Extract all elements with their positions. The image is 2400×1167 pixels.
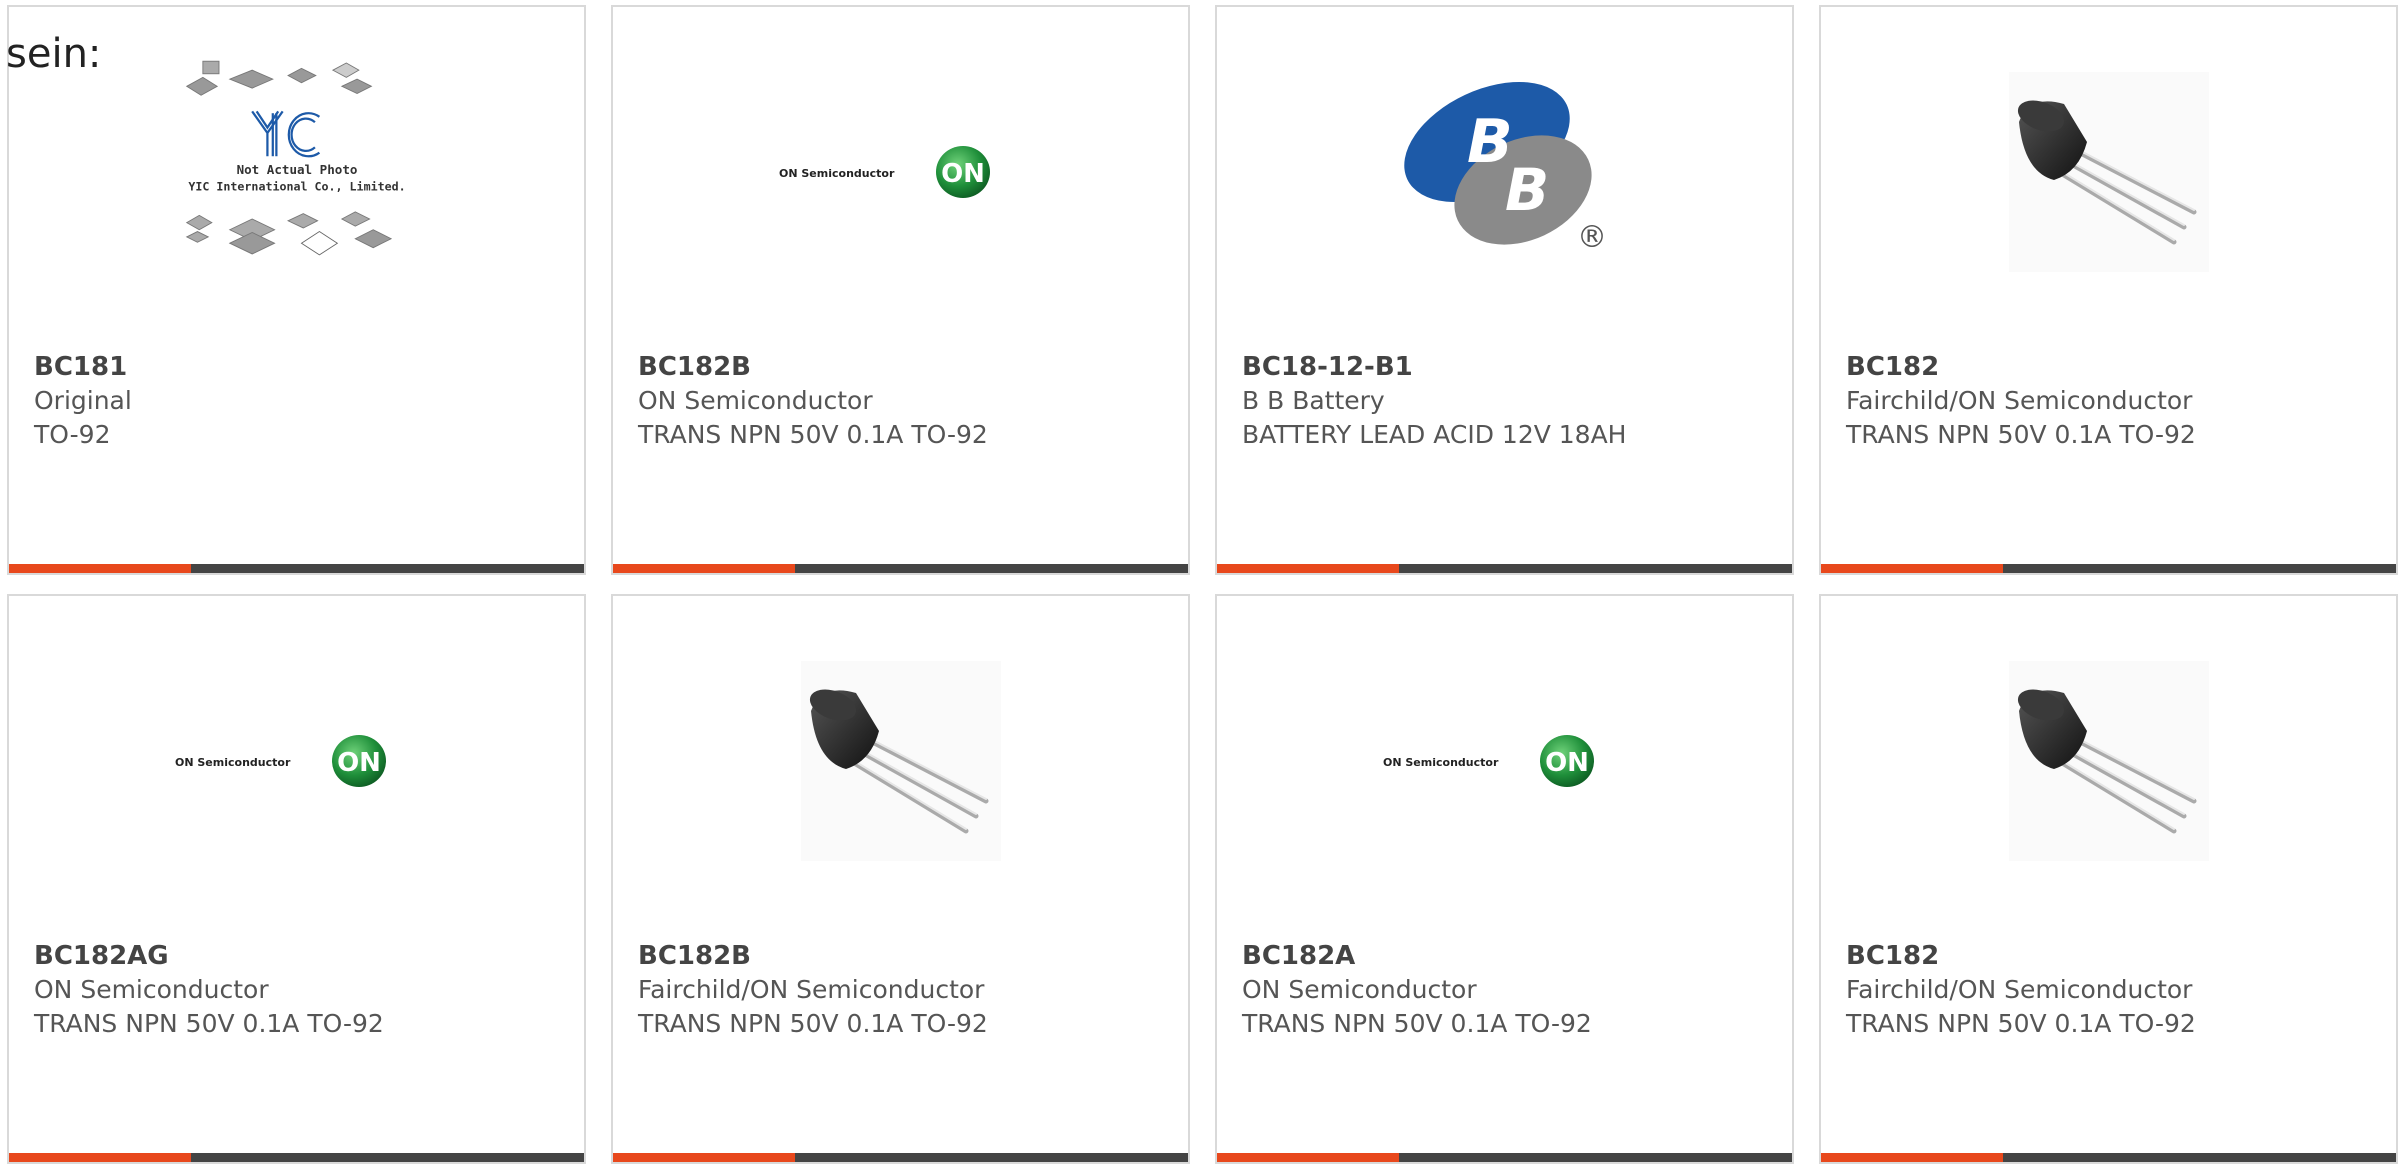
product-grid: sein: Not Actual Photo YIC International… <box>0 0 2400 1167</box>
card-accent-bar <box>9 564 191 573</box>
card-accent-bar <box>1217 1153 1399 1162</box>
card-bottom-bar <box>613 564 1188 573</box>
description: TRANS NPN 50V 0.1A TO-92 <box>1846 1009 2196 1038</box>
manufacturer: Fairchild/ON Semiconductor <box>1846 386 2193 415</box>
part-number[interactable]: BC181 <box>34 350 574 384</box>
part-number[interactable]: BC182 <box>1846 350 2386 384</box>
product-card[interactable]: ON Semiconductor ON BC182A ON Semiconduc… <box>1215 594 1794 1164</box>
card-accent-bar <box>613 1153 795 1162</box>
on-badge-text: ON <box>1545 748 1589 778</box>
manufacturer: ON Semiconductor <box>1242 975 1477 1004</box>
description: TRANS NPN 50V 0.1A TO-92 <box>638 420 988 449</box>
product-info: BC182B ON Semiconductor TRANS NPN 50V 0.… <box>638 350 1178 452</box>
on-wordmark: ON Semiconductor <box>1383 756 1499 769</box>
product-image-placeholder[interactable]: Not Actual Photo YIC International Co., … <box>167 42 427 292</box>
part-number[interactable]: BC182B <box>638 939 1178 973</box>
product-info: BC182 Fairchild/ON Semiconductor TRANS N… <box>1846 939 2386 1041</box>
product-card[interactable]: BC182B Fairchild/ON Semiconductor TRANS … <box>611 594 1190 1164</box>
on-semiconductor-logo[interactable]: ON Semiconductor ON <box>167 636 427 886</box>
to92-transistor-image[interactable] <box>771 636 1031 886</box>
product-card[interactable]: ON Semiconductor ON BC182AG ON Semicondu… <box>7 594 586 1164</box>
placeholder-caption-line1: Not Actual Photo <box>236 162 357 177</box>
product-card[interactable]: Not Actual Photo YIC International Co., … <box>7 5 586 575</box>
manufacturer: ON Semiconductor <box>34 975 269 1004</box>
product-info: BC182 Fairchild/ON Semiconductor TRANS N… <box>1846 350 2386 452</box>
to92-transistor-image[interactable] <box>1979 636 2239 886</box>
registered-mark: ® <box>1577 220 1607 255</box>
part-number[interactable]: BC18-12-B1 <box>1242 350 1782 384</box>
card-bottom-bar <box>1821 1153 2396 1162</box>
card-bottom-bar <box>1821 564 2396 573</box>
on-semiconductor-logo[interactable]: ON Semiconductor ON <box>771 47 1031 297</box>
manufacturer: B B Battery <box>1242 386 1385 415</box>
on-semiconductor-logo[interactable]: ON Semiconductor ON <box>1375 636 1635 886</box>
product-card[interactable]: BC182 Fairchild/ON Semiconductor TRANS N… <box>1819 594 2398 1164</box>
to92-transistor-image[interactable] <box>1979 47 2239 297</box>
product-info: BC182AG ON Semiconductor TRANS NPN 50V 0… <box>34 939 574 1041</box>
bb-letter-2: B <box>1505 156 1549 224</box>
card-accent-bar <box>1821 564 2003 573</box>
card-bottom-bar <box>613 1153 1188 1162</box>
on-wordmark: ON Semiconductor <box>779 167 895 180</box>
bb-battery-logo[interactable]: B B ® <box>1375 47 1635 297</box>
card-bottom-bar <box>1217 1153 1792 1162</box>
product-info: BC18-12-B1 B B Battery BATTERY LEAD ACID… <box>1242 350 1782 452</box>
card-accent-bar <box>9 1153 191 1162</box>
part-number[interactable]: BC182B <box>638 350 1178 384</box>
card-accent-bar <box>613 564 795 573</box>
manufacturer: Fairchild/ON Semiconductor <box>1846 975 2193 1004</box>
manufacturer: ON Semiconductor <box>638 386 873 415</box>
description: TRANS NPN 50V 0.1A TO-92 <box>34 1009 384 1038</box>
description: TO-92 <box>34 420 111 449</box>
product-card[interactable]: BC182 Fairchild/ON Semiconductor TRANS N… <box>1819 5 2398 575</box>
intro-text: sein: <box>6 31 102 77</box>
description: TRANS NPN 50V 0.1A TO-92 <box>1242 1009 1592 1038</box>
part-number[interactable]: BC182 <box>1846 939 2386 973</box>
part-number[interactable]: BC182A <box>1242 939 1782 973</box>
on-badge-text: ON <box>941 159 985 189</box>
card-bottom-bar <box>1217 564 1792 573</box>
product-info: BC182B Fairchild/ON Semiconductor TRANS … <box>638 939 1178 1041</box>
manufacturer: Original <box>34 386 132 415</box>
on-wordmark: ON Semiconductor <box>175 756 291 769</box>
card-accent-bar <box>1217 564 1399 573</box>
description: TRANS NPN 50V 0.1A TO-92 <box>638 1009 988 1038</box>
part-number[interactable]: BC182AG <box>34 939 574 973</box>
description: BATTERY LEAD ACID 12V 18AH <box>1242 420 1627 449</box>
product-card[interactable]: ON Semiconductor ON BC182B ON Semiconduc… <box>611 5 1190 575</box>
placeholder-caption-line2: YIC International Co., Limited. <box>188 179 405 193</box>
product-info: BC181 Original TO-92 <box>34 350 574 452</box>
card-bottom-bar <box>9 1153 584 1162</box>
product-card[interactable]: B B ® BC18-12-B1 B B Battery BATTERY LEA… <box>1215 5 1794 575</box>
on-badge-text: ON <box>337 748 381 778</box>
manufacturer: Fairchild/ON Semiconductor <box>638 975 985 1004</box>
product-info: BC182A ON Semiconductor TRANS NPN 50V 0.… <box>1242 939 1782 1041</box>
description: TRANS NPN 50V 0.1A TO-92 <box>1846 420 2196 449</box>
card-bottom-bar <box>9 564 584 573</box>
card-accent-bar <box>1821 1153 2003 1162</box>
